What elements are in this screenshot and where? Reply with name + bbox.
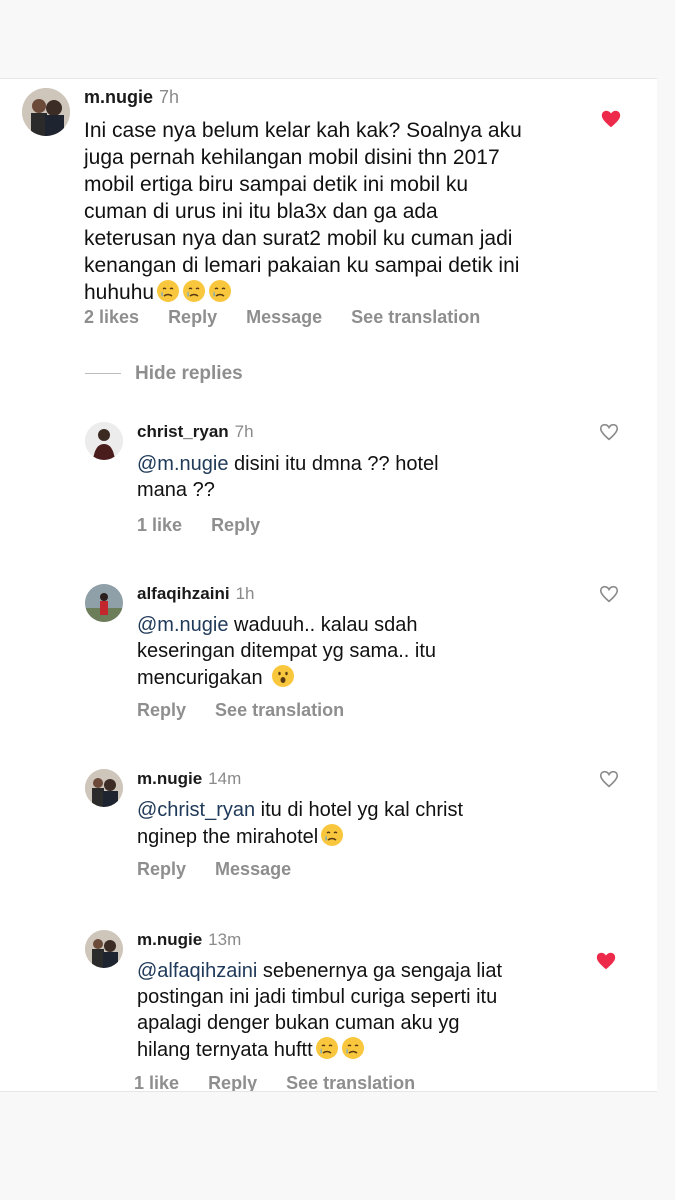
username[interactable]: m.nugie bbox=[137, 930, 202, 949]
likes-count[interactable]: 1 like bbox=[137, 515, 182, 536]
crying-face-emoji bbox=[156, 279, 180, 303]
comments-panel: m.nugie 7h Ini case nya belum kelar kah k… bbox=[0, 78, 657, 1092]
reply-button[interactable]: Reply bbox=[208, 1073, 257, 1091]
heart-icon[interactable] bbox=[595, 950, 617, 972]
avatar[interactable] bbox=[85, 584, 123, 622]
mention-link[interactable]: @m.nugie bbox=[137, 453, 228, 475]
reply-button[interactable]: Reply bbox=[137, 859, 186, 880]
username[interactable]: alfaqihzaini bbox=[137, 584, 230, 603]
comment-text: Ini case nya belum kelar kah kak? Soalny… bbox=[84, 119, 522, 304]
timestamp: 13m bbox=[208, 930, 242, 949]
see-translation-button[interactable]: See translation bbox=[215, 700, 344, 721]
username[interactable]: m.nugie bbox=[137, 769, 202, 788]
see-translation-button[interactable]: See translation bbox=[286, 1073, 415, 1091]
message-button[interactable]: Message bbox=[215, 859, 291, 880]
divider-line bbox=[85, 373, 121, 375]
avatar[interactable] bbox=[85, 422, 123, 460]
crying-face-emoji bbox=[341, 1036, 365, 1060]
mention-link[interactable]: @christ_ryan bbox=[137, 799, 255, 821]
timestamp: 7h bbox=[234, 422, 254, 441]
avatar[interactable] bbox=[85, 769, 123, 807]
comment-text: @christ_ryan itu di hotel yg kal christ … bbox=[137, 799, 463, 848]
reply-comment: m.nugie 14m @christ_ryan itu di hotel yg … bbox=[0, 761, 657, 891]
crying-face-emoji bbox=[315, 1036, 339, 1060]
comment-actions: 2 likes Reply Message See translation bbox=[84, 307, 480, 328]
crying-face-emoji bbox=[320, 823, 344, 847]
likes-count[interactable]: 1 like bbox=[134, 1073, 179, 1091]
message-button[interactable]: Message bbox=[246, 307, 322, 328]
timestamp: 7h bbox=[159, 87, 180, 107]
reply-button[interactable]: Reply bbox=[211, 515, 260, 536]
avatar[interactable] bbox=[22, 88, 70, 136]
crying-face-emoji bbox=[208, 279, 232, 303]
comment-main: m.nugie 7h Ini case nya belum kelar kah k… bbox=[0, 79, 657, 339]
heart-icon[interactable] bbox=[598, 583, 620, 605]
reply-button[interactable]: Reply bbox=[137, 700, 186, 721]
comment-actions: Reply See translation bbox=[137, 700, 344, 721]
avatar[interactable] bbox=[85, 930, 123, 968]
username[interactable]: m.nugie bbox=[84, 87, 153, 107]
heart-icon[interactable] bbox=[598, 768, 620, 790]
reply-comment: alfaqihzaini 1h @m.nugie waduuh.. kalau s… bbox=[0, 576, 657, 736]
comment-actions: 1 like Reply See translation bbox=[134, 1073, 415, 1091]
comment-actions: 1 like Reply bbox=[137, 515, 260, 536]
crying-face-emoji bbox=[182, 279, 206, 303]
mention-link[interactable]: @m.nugie bbox=[137, 614, 228, 636]
comment-text: @m.nugie disini itu dmna ?? hotel mana ?… bbox=[137, 453, 439, 501]
hide-replies-button[interactable]: Hide replies bbox=[85, 363, 243, 385]
mention-link[interactable]: @alfaqihzaini bbox=[137, 960, 257, 982]
comment-text: @m.nugie waduuh.. kalau sdah keseringan … bbox=[137, 614, 437, 689]
reply-comment: christ_ryan 7h @m.nugie disini itu dmna ?… bbox=[0, 414, 657, 544]
comment-actions: Reply Message bbox=[137, 859, 291, 880]
see-translation-button[interactable]: See translation bbox=[351, 307, 480, 328]
reply-comment: m.nugie 13m @alfaqihzaini sebenernya ga s… bbox=[0, 922, 657, 1091]
reply-button[interactable]: Reply bbox=[168, 307, 217, 328]
heart-icon[interactable] bbox=[600, 108, 622, 130]
username[interactable]: christ_ryan bbox=[137, 422, 229, 441]
comment-text: @alfaqihzaini sebenernya ga sengaja liat… bbox=[137, 960, 502, 1061]
surprised-face-emoji bbox=[271, 664, 295, 688]
timestamp: 1h bbox=[235, 584, 255, 603]
timestamp: 14m bbox=[208, 769, 242, 788]
likes-count[interactable]: 2 likes bbox=[84, 307, 139, 328]
heart-icon[interactable] bbox=[598, 421, 620, 443]
